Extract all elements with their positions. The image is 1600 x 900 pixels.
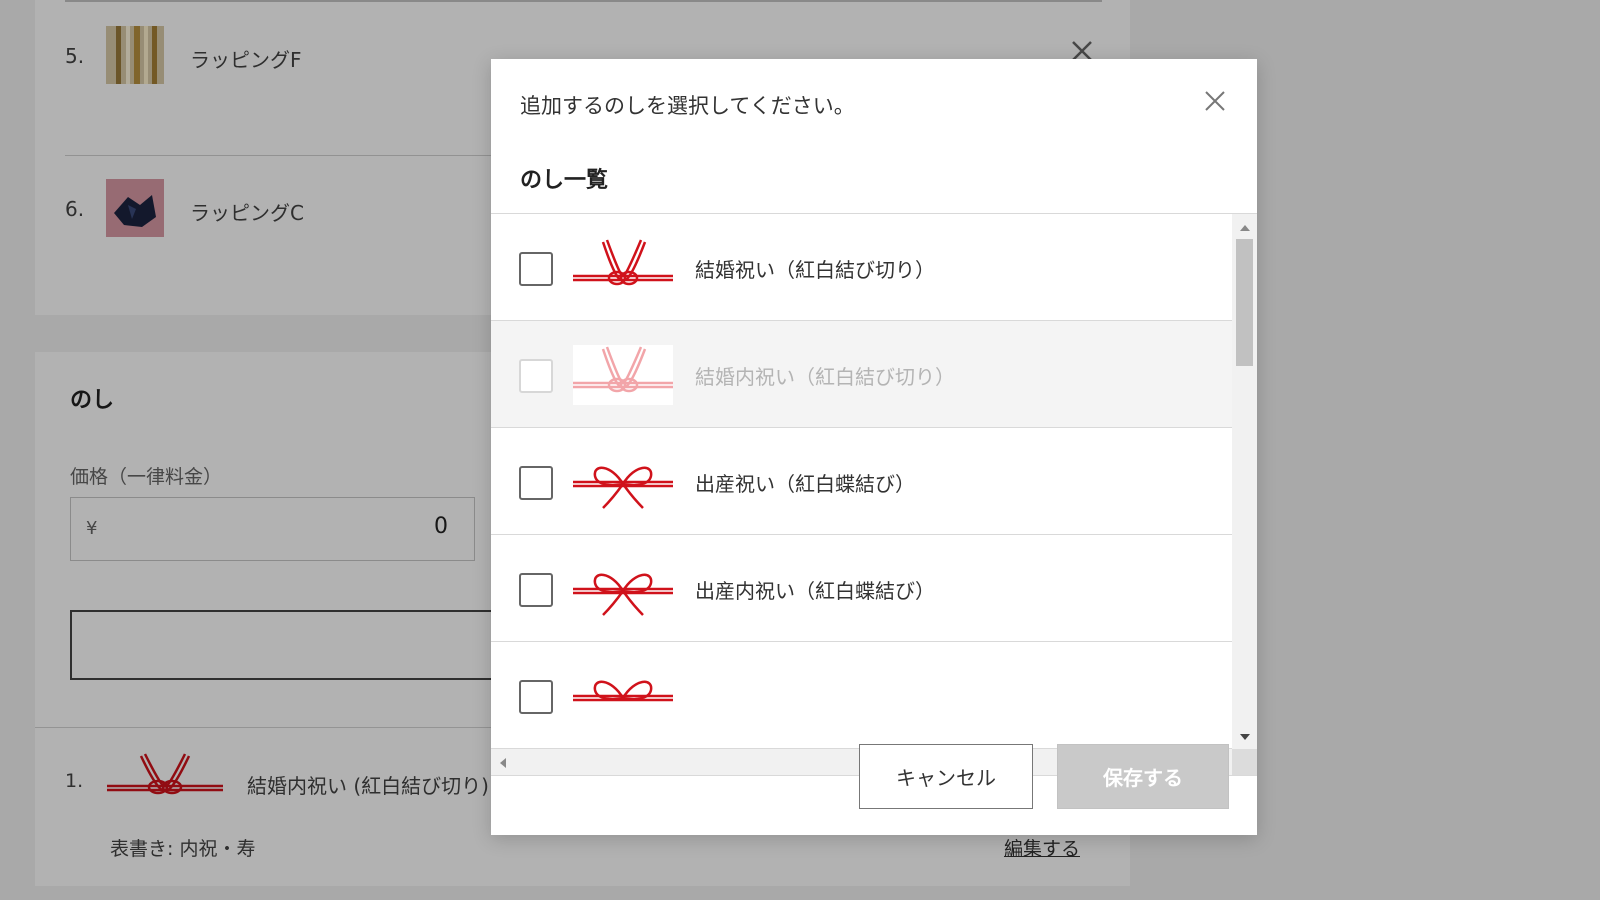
scrollbar-corner — [1232, 749, 1257, 775]
noshi-checkbox[interactable] — [519, 466, 553, 500]
noshi-option-item[interactable]: 出産内祝い（紅白蝶結び） — [491, 535, 1232, 642]
musubikiri-knot-icon — [573, 345, 673, 405]
cancel-button[interactable]: キャンセル — [859, 744, 1033, 809]
noshi-checkbox[interactable] — [519, 252, 553, 286]
scroll-down-arrow-icon[interactable] — [1240, 734, 1250, 740]
noshi-option-item-disabled: 結婚内祝い（紅白結び切り） — [491, 321, 1232, 428]
noshi-option-item[interactable]: 出産祝い（紅白蝶結び） — [491, 428, 1232, 535]
noshi-checkbox[interactable] — [519, 573, 553, 607]
scroll-up-arrow-icon[interactable] — [1240, 225, 1250, 231]
noshi-option-item[interactable] — [491, 642, 1232, 749]
noshi-option-label: 出産祝い（紅白蝶結び） — [695, 472, 915, 496]
noshi-option-label: 結婚内祝い（紅白結び切り） — [695, 365, 955, 389]
musubikiri-knot-icon — [573, 239, 673, 286]
noshi-list: 結婚祝い（紅白結び切り） 結婚内祝い（紅白結び切り） 出産祝い（紅白蝶結び） 出… — [491, 214, 1232, 751]
noshi-option-label: 出産内祝い（紅白蝶結び） — [695, 579, 935, 603]
noshi-checkbox-disabled — [519, 359, 553, 393]
noshi-checkbox[interactable] — [519, 680, 553, 714]
close-icon[interactable] — [1204, 90, 1226, 112]
save-button[interactable]: 保存する — [1057, 744, 1229, 809]
chomusubi-knot-icon — [573, 466, 673, 509]
scrollbar-thumb[interactable] — [1236, 239, 1253, 366]
noshi-list-container: 結婚祝い（紅白結び切り） 結婚内祝い（紅白結び切り） 出産祝い（紅白蝶結び） 出… — [491, 213, 1257, 776]
scroll-left-arrow-icon[interactable] — [500, 758, 506, 768]
noshi-select-modal: 追加するのしを選択してください。 のし一覧 結婚祝い（紅白結び切り） 結婚内祝い… — [491, 59, 1257, 835]
noshi-list-title: のし一覧 — [520, 168, 609, 193]
vertical-scrollbar[interactable] — [1232, 214, 1257, 751]
chomusubi-knot-icon — [573, 573, 673, 616]
modal-title: 追加するのしを選択してください。 — [520, 94, 855, 118]
chomusubi-knot-icon — [573, 680, 673, 702]
noshi-option-label: 結婚祝い（紅白結び切り） — [695, 258, 935, 282]
noshi-option-item[interactable]: 結婚祝い（紅白結び切り） — [491, 214, 1232, 321]
